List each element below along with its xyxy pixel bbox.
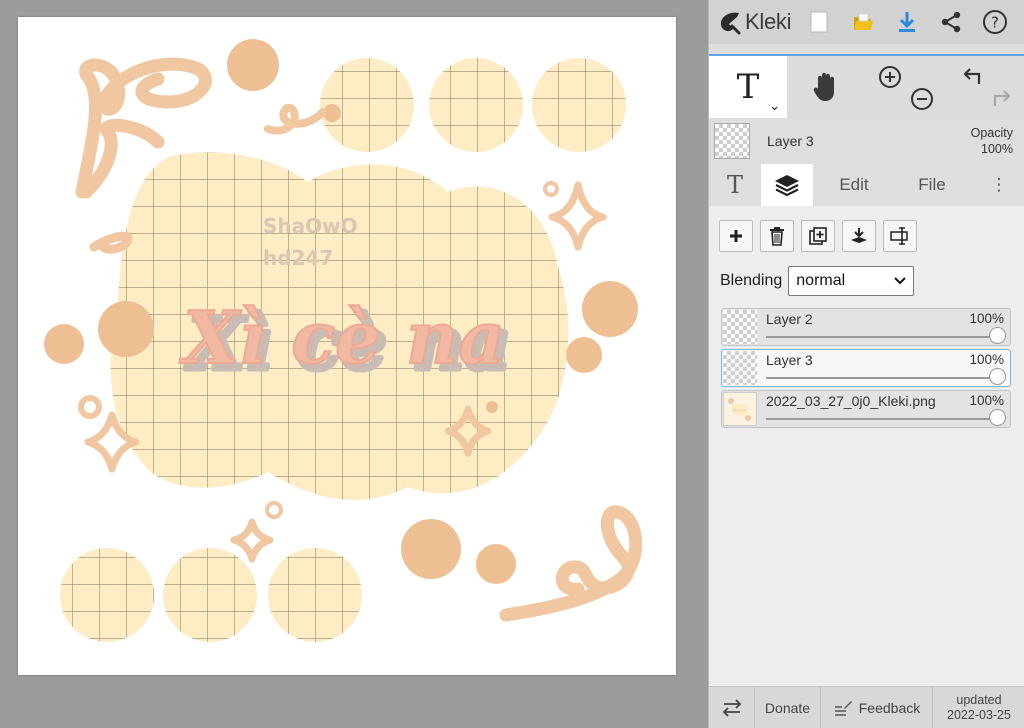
new-image-icon [810, 11, 828, 33]
blending-value: normal [796, 272, 846, 289]
current-layer-opacity: Opacity 100% [971, 125, 1013, 157]
drawing-canvas[interactable]: ShaOwO hd247 Xì cè na Xì cè na [18, 17, 676, 675]
chevron-down-icon[interactable]: ⌄ [769, 98, 780, 114]
swap-arrows-icon [722, 698, 741, 717]
donate-button[interactable]: Donate [755, 687, 821, 728]
feedback-button[interactable]: Feedback [821, 687, 933, 728]
swap-side-button[interactable] [709, 687, 755, 728]
add-layer-button[interactable] [719, 220, 753, 252]
zoom-out-button[interactable] [909, 86, 935, 117]
more-menu-button[interactable]: ⋮ [979, 164, 1019, 206]
tab-edit[interactable]: Edit [819, 164, 889, 206]
blending-select[interactable]: normal [788, 266, 915, 296]
new-image-button[interactable] [797, 0, 841, 44]
text-tool-button[interactable]: T ⌄ [709, 56, 787, 118]
opacity-label: Opacity [970, 126, 1013, 140]
share-button[interactable] [929, 0, 973, 44]
watermark-line2: hd247 [263, 246, 333, 270]
layer-item-background-image[interactable]: ~~~ 2022_03_27_0j0_Kleki.png 100% [721, 390, 1011, 428]
svg-text:?: ? [991, 14, 999, 32]
slider-handle[interactable] [989, 368, 1006, 385]
hand-tool-button[interactable] [787, 56, 865, 118]
open-folder-icon [854, 13, 874, 30]
redo-icon [993, 90, 1011, 106]
tab-file[interactable]: File [899, 164, 965, 206]
text-tab-icon: T [726, 171, 743, 199]
layer-name: 2022_03_27_0j0_Kleki.png [766, 393, 936, 409]
updated-date: 2022-03-25 [947, 707, 1011, 722]
image-thumbnail-icon: ~~~ [728, 398, 751, 421]
duplicate-layer-icon [809, 227, 827, 245]
share-icon [941, 11, 961, 33]
layer-opacity: 100% [969, 311, 1004, 326]
zoom-in-button[interactable] [877, 64, 903, 95]
layer-item-layer-3[interactable]: Layer 3 100% [721, 349, 1011, 387]
layers-panel: Blending normal Layer 2 100% Layer 3 100… [709, 206, 1024, 686]
text-tool-icon: T [736, 67, 760, 107]
svg-text:~~~: ~~~ [732, 407, 747, 414]
tab-layers[interactable] [761, 164, 813, 206]
artwork-title: Xì cè na [179, 295, 505, 380]
current-layer-thumbnail [714, 123, 750, 159]
slider-handle[interactable] [989, 409, 1006, 426]
current-layer-info: Layer 3 Opacity 100% [709, 118, 1024, 164]
download-icon [899, 12, 916, 32]
kleki-logo-icon [720, 12, 741, 35]
merge-down-icon [851, 228, 867, 243]
updated-info: updated 2022-03-25 [933, 687, 1024, 728]
blending-label: Blending [720, 272, 783, 289]
blending-row: Blending normal [720, 266, 915, 296]
layers-icon [775, 175, 799, 197]
merge-down-button[interactable] [842, 220, 876, 252]
layer-actions [719, 220, 924, 252]
layer-opacity-slider[interactable] [766, 418, 998, 420]
layer-name: Layer 3 [766, 352, 813, 368]
top-toolbar: Kleki ? [709, 0, 1024, 44]
layer-opacity-slider[interactable] [766, 336, 998, 338]
undo-button[interactable] [959, 64, 985, 95]
current-layer-name: Layer 3 [767, 133, 814, 149]
rename-layer-button[interactable] [883, 220, 917, 252]
slider-handle[interactable] [989, 327, 1006, 344]
layer-thumbnail [723, 310, 757, 344]
help-button[interactable]: ? [973, 0, 1017, 44]
updated-label: updated [956, 692, 1002, 707]
feedback-label: Feedback [858, 699, 921, 716]
zoom-in-icon [879, 66, 901, 88]
panel-tabs: T Edit File ⋮ [709, 164, 1024, 206]
layer-thumbnail: ~~~ [723, 392, 757, 426]
add-layer-icon [730, 230, 742, 242]
opacity-value: 100% [981, 142, 1013, 156]
layer-thumbnail [723, 351, 757, 385]
rename-layer-icon [890, 227, 908, 245]
layer-opacity-slider[interactable] [766, 377, 998, 379]
artwork: ShaOwO hd247 Xì cè na Xì cè na [44, 39, 643, 642]
feedback-icon [834, 700, 852, 716]
layer-item-layer-2[interactable]: Layer 2 100% [721, 308, 1011, 346]
hand-tool-icon [813, 72, 834, 101]
sidebar: Kleki ? T ⌄ Layer 3 Opacity 100% T Edit … [708, 0, 1024, 728]
app-title: Kleki [745, 9, 792, 34]
open-image-button[interactable] [841, 0, 885, 44]
tab-brush[interactable]: T [709, 164, 761, 206]
watermark-line1: ShaOwO [263, 214, 358, 238]
duplicate-layer-button[interactable] [801, 220, 835, 252]
tool-row: T ⌄ [709, 54, 1024, 118]
bottom-bar: Donate Feedback updated 2022-03-25 [709, 686, 1024, 728]
app-logo[interactable]: Kleki [709, 0, 797, 44]
layer-opacity: 100% [969, 393, 1004, 408]
layer-name: Layer 2 [766, 311, 813, 327]
save-image-button[interactable] [885, 0, 929, 44]
canvas-area[interactable]: ShaOwO hd247 Xì cè na Xì cè na [0, 0, 708, 728]
help-icon: ? [983, 10, 1008, 34]
chevron-down-icon [894, 277, 906, 285]
delete-layer-button[interactable] [760, 220, 794, 252]
redo-button[interactable] [989, 86, 1015, 117]
delete-layer-icon [770, 227, 784, 246]
undo-icon [963, 68, 981, 84]
layer-opacity: 100% [969, 352, 1004, 367]
zoom-out-icon [911, 88, 933, 110]
